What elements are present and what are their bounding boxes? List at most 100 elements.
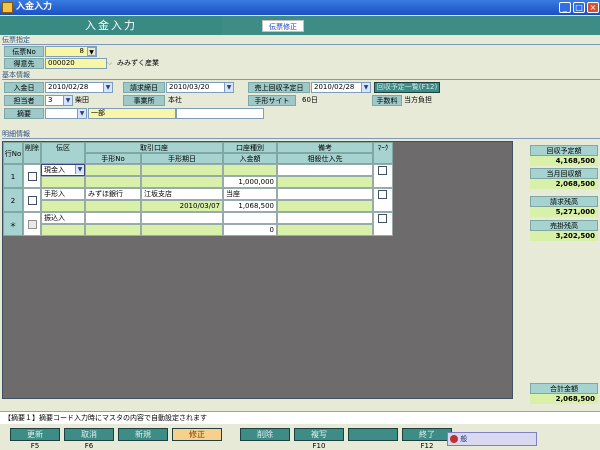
bank-cell[interactable] — [85, 212, 141, 224]
modify-button[interactable]: 修正 — [172, 428, 222, 441]
update-button[interactable]: 更新 — [10, 428, 60, 441]
delete-checkbox[interactable] — [28, 196, 37, 205]
chevron-down-icon[interactable]: ▼ — [87, 47, 96, 56]
chevron-down-icon[interactable]: ▼ — [361, 83, 370, 92]
exit-button[interactable]: 終了 — [402, 428, 452, 441]
header-note-no: 手形No — [85, 153, 141, 164]
blank-button[interactable] — [348, 428, 398, 441]
header-delete: 削除 — [23, 142, 41, 164]
office-value: 本社 — [168, 96, 182, 104]
mark-checkbox[interactable] — [378, 166, 387, 175]
kind-select[interactable]: 現金入 ▼ — [41, 164, 85, 176]
copy-button[interactable]: 複写 — [294, 428, 344, 441]
ime-toolbar[interactable]: 般 — [447, 432, 537, 446]
new-button[interactable]: 新規 — [118, 428, 168, 441]
ime-icon[interactable] — [450, 435, 458, 443]
site-value: 60日 — [302, 96, 318, 104]
delete-checkbox[interactable] — [28, 172, 37, 181]
kind-cell[interactable]: 手形入 — [41, 188, 85, 200]
branch-cell[interactable] — [141, 212, 223, 224]
mark-checkbox[interactable] — [378, 214, 387, 223]
section-detail: 明細情報 — [2, 130, 600, 139]
staff-name: 柴田 — [75, 96, 89, 104]
copy-key: F10 — [312, 442, 326, 450]
header-rowno: 行No — [3, 142, 23, 164]
bill-date-field[interactable]: 2010/03/20 ▼ — [166, 82, 234, 93]
delete-button[interactable]: 削除 — [240, 428, 290, 441]
acct-type-cell[interactable] — [223, 212, 277, 224]
kind-cell[interactable]: 振込入 — [41, 212, 85, 224]
branch-cell[interactable]: 江坂支店 — [141, 188, 223, 200]
chevron-down-icon[interactable]: ▼ — [63, 96, 72, 105]
maximize-button[interactable]: □ — [573, 2, 585, 13]
memo-cell[interactable] — [277, 188, 373, 200]
customer-name: みみずく産業 — [117, 59, 159, 67]
bank-cell[interactable] — [85, 164, 141, 176]
fee-value: 当方負担 — [404, 96, 432, 104]
collect-date-value: 2010/02/28 — [314, 83, 355, 91]
chevron-down-icon[interactable]: ▼ — [103, 83, 112, 92]
memo-code-field[interactable]: ▼ — [45, 108, 87, 119]
section-slip: 伝票指定 — [2, 36, 600, 45]
date-value: 2010/02/28 — [48, 83, 89, 91]
branch-cell[interactable] — [141, 164, 223, 176]
memo-cell[interactable] — [277, 164, 373, 176]
detail-grid[interactable]: 行No 削除 伝区 取引口座 手形No 手形期日 口座種別 入金額 備考 相殺仕… — [2, 141, 513, 399]
mark-checkbox[interactable] — [378, 190, 387, 199]
office-label: 事業所 — [123, 95, 165, 106]
chevron-down-icon[interactable]: ▼ — [224, 83, 233, 92]
chevron-down-icon[interactable]: ⌵ — [107, 58, 116, 69]
staff-label: 担当者 — [4, 95, 44, 106]
close-button[interactable]: × — [587, 2, 599, 13]
header-mark: ﾏｰｸ — [373, 142, 393, 164]
window-title: 入金入力 — [16, 2, 53, 12]
memo-text-field[interactable]: 一部 — [88, 108, 176, 119]
memo-cell[interactable] — [277, 212, 373, 224]
delete-checkbox[interactable] — [28, 220, 37, 229]
row-number: ＊ — [3, 212, 23, 236]
staff-code-value: 3 — [48, 96, 53, 104]
acct-type-cell[interactable] — [223, 164, 277, 176]
screen-header: 入金入力 伝票修正 — [0, 16, 600, 35]
note-no-cell[interactable] — [85, 200, 141, 212]
slip-no-label: 伝票No — [4, 46, 44, 57]
amount-cell[interactable]: 0 — [223, 224, 277, 236]
date-field[interactable]: 2010/02/28 ▼ — [45, 82, 113, 93]
mode-badge: 伝票修正 — [262, 20, 304, 32]
kind-value: 現金入 — [44, 166, 65, 174]
offset-cell[interactable] — [277, 176, 373, 188]
staff-code-field[interactable]: 3 ▼ — [45, 95, 73, 106]
header-acct-type: 口座種別 — [223, 142, 277, 153]
header-amount: 入金額 — [223, 153, 277, 164]
collect-list-button[interactable]: 回収予定一覧(F12) — [374, 82, 440, 93]
due-date-cell[interactable] — [141, 224, 223, 236]
month-amount-value: 2,068,500 — [530, 179, 598, 189]
due-date-cell[interactable]: 2010/03/07 — [141, 200, 223, 212]
offset-cell[interactable] — [277, 200, 373, 212]
minimize-button[interactable]: _ — [559, 2, 571, 13]
header-offset: 相殺仕入先 — [277, 153, 373, 164]
ime-mode[interactable]: 般 — [460, 435, 467, 443]
sales-balance-label: 売掛残高 — [530, 220, 598, 231]
status-message: 【摘要１】摘要コード入力時にマスタの内容で自動設定されます — [0, 411, 600, 424]
memo-text-field-2[interactable] — [176, 108, 264, 119]
app-icon — [2, 2, 13, 13]
offset-cell[interactable] — [277, 224, 373, 236]
bank-cell[interactable]: みずほ銀行 — [85, 188, 141, 200]
cancel-button[interactable]: 取消 — [64, 428, 114, 441]
customer-label: 得意先 — [4, 58, 44, 69]
collect-date-field[interactable]: 2010/02/28 ▼ — [311, 82, 371, 93]
chevron-down-icon[interactable]: ▼ — [75, 165, 84, 174]
chevron-down-icon[interactable]: ▼ — [77, 109, 86, 118]
section-basic: 基本情報 — [2, 71, 600, 80]
amount-cell[interactable]: 1,068,500 — [223, 200, 277, 212]
due-date-cell[interactable] — [141, 176, 223, 188]
collect-amount-label: 回収予定額 — [530, 145, 598, 156]
note-no-cell[interactable] — [85, 176, 141, 188]
acct-type-cell[interactable]: 当座 — [223, 188, 277, 200]
note-no-cell[interactable] — [85, 224, 141, 236]
update-key: F5 — [30, 442, 40, 450]
amount-cell[interactable]: 1,000,000 — [223, 176, 277, 188]
customer-code-field[interactable]: 000020 — [45, 58, 107, 69]
collect-date-label: 売上回収予定日 — [248, 82, 310, 93]
